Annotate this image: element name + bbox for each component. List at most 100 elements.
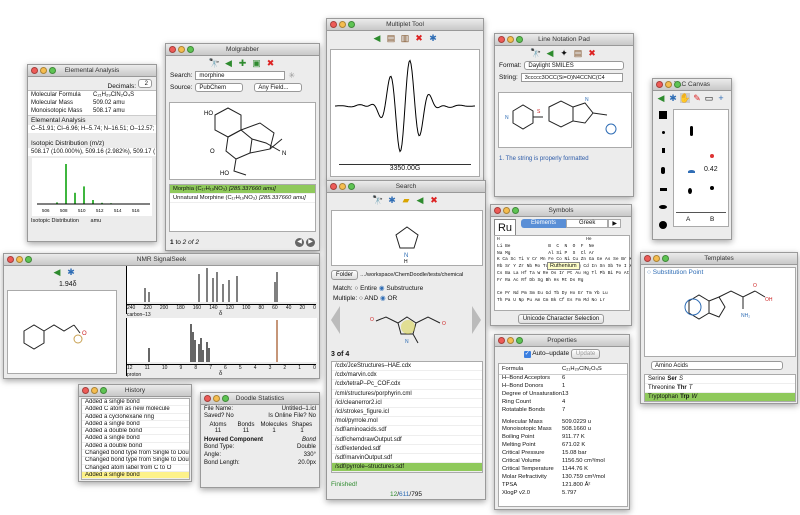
minimize-button[interactable] [178, 46, 185, 53]
zoom-button[interactable] [516, 36, 523, 43]
gear-icon[interactable]: ✱ [668, 93, 678, 103]
string-input[interactable]: 3ccccc3OCC(Si=O)N4CCNC(C4 [520, 73, 623, 82]
save-icon[interactable]: ▣ [252, 58, 262, 68]
save-icon[interactable]: ▤ [573, 48, 583, 58]
file-list-item[interactable]: /sdf/marvinOutput.sdf [332, 454, 482, 464]
pencil-icon[interactable]: ✎ [692, 93, 702, 103]
match-entire-radio[interactable]: Entire [360, 285, 377, 292]
list-item[interactable]: Morphia (C₁₇H₁₉NO₃) [285.337660 amu] [170, 185, 315, 195]
eraser-icon[interactable]: ▭ [704, 93, 714, 103]
history-item[interactable]: Added a single bond [82, 399, 189, 407]
title-bar[interactable]: Line Notation Pad [495, 34, 633, 46]
minimize-button[interactable] [339, 183, 346, 190]
file-list-item[interactable]: /sdf/extended.sdf [332, 445, 482, 455]
minimize-button[interactable] [665, 81, 672, 88]
spot-shape-small-icon[interactable] [661, 148, 665, 153]
document-icon[interactable]: ▤ [386, 33, 396, 43]
close-button[interactable] [330, 183, 337, 190]
search-input[interactable]: morphine [195, 71, 286, 80]
tab-greek[interactable]: Greek [566, 219, 609, 228]
field-select[interactable]: Any Field... [254, 83, 303, 92]
file-list-item[interactable]: /icl/cleanerror2.icl [332, 399, 482, 409]
import-arrow-icon[interactable]: ◀ [656, 93, 666, 103]
cancel-icon[interactable]: ✖ [429, 195, 439, 205]
close-button[interactable] [330, 21, 337, 28]
zoom-button[interactable] [49, 67, 56, 74]
spot-shape-blob-icon[interactable] [659, 221, 667, 229]
history-item[interactable]: Added a cyclohexane ring [82, 414, 189, 421]
file-list-item[interactable]: /cdx/tetraP–Pc_COF.cdx [332, 380, 482, 390]
title-bar[interactable]: Search [327, 181, 485, 193]
spot[interactable] [690, 126, 693, 136]
template-preview[interactable]: ○ Substitution Point NH₂ O OH [644, 267, 796, 357]
spot-shape-wide-icon[interactable] [659, 188, 667, 191]
file-list-item[interactable]: /sdf/chemdrawOutput.sdf [332, 436, 482, 445]
spot[interactable] [710, 154, 714, 158]
format-select[interactable]: Daylight SMILES [524, 61, 625, 70]
element-row[interactable]: Li Be B C N O F Ne [497, 244, 627, 251]
binoculars-icon[interactable]: 🔭 [372, 195, 383, 205]
stack-icon[interactable]: ▥ [400, 33, 410, 43]
spot-shape-dot-icon[interactable] [661, 131, 665, 134]
title-bar[interactable]: Properties [495, 335, 629, 347]
import-arrow-icon[interactable]: ◀ [545, 48, 555, 58]
cancel-icon[interactable]: ✖ [414, 33, 424, 43]
close-button[interactable] [656, 81, 663, 88]
title-bar[interactable]: Symbols [491, 205, 631, 217]
binoculars-icon[interactable]: 🔭 [530, 48, 541, 58]
history-item[interactable]: Changed atom label from C to O [82, 465, 189, 472]
title-bar[interactable]: Elemental Analysis [28, 65, 156, 77]
template-item[interactable]: Threonine Thr T [645, 384, 795, 394]
gear-icon[interactable]: ✱ [387, 195, 397, 205]
category-select[interactable]: Amino Acids [651, 361, 783, 370]
zoom-button[interactable] [512, 207, 519, 214]
file-list-item[interactable]: /sdf/pyrrole–structures.sdf [332, 463, 482, 473]
title-bar[interactable]: Doodle Statistics [201, 393, 319, 405]
update-button[interactable]: Update [570, 349, 601, 359]
close-button[interactable] [498, 36, 505, 43]
tab-more-icon[interactable]: ▶ [608, 219, 621, 228]
previous-page-icon[interactable]: ◀ [295, 238, 304, 247]
close-button[interactable] [498, 337, 505, 344]
file-list-item[interactable]: /cml/structures/porphyrin.cml [332, 390, 482, 399]
zoom-button[interactable] [100, 387, 107, 394]
history-item[interactable]: Added a single bond [82, 421, 189, 429]
gear-icon[interactable]: ✱ [428, 33, 438, 43]
title-bar[interactable]: Templates [641, 253, 797, 265]
import-arrow-icon[interactable]: ◀ [372, 33, 382, 43]
file-list-item[interactable]: /sdf/aminoacids.sdf [332, 426, 482, 436]
element-row[interactable]: H He [497, 237, 627, 244]
source-select[interactable]: PubChem [195, 83, 244, 92]
gear-icon[interactable]: ✱ [66, 267, 76, 277]
close-button[interactable] [204, 395, 211, 402]
title-bar[interactable]: History [79, 385, 191, 397]
match-substructure-radio[interactable]: Substructure [386, 285, 423, 292]
minimize-button[interactable] [91, 387, 98, 394]
zoom-button[interactable] [348, 183, 355, 190]
title-bar[interactable]: Molgrabber [166, 44, 319, 56]
title-bar[interactable]: TLC Canvas [653, 79, 731, 91]
minimize-button[interactable] [653, 255, 660, 262]
zoom-button[interactable] [662, 255, 669, 262]
history-item[interactable]: Added a double bond [82, 443, 189, 451]
binoculars-icon[interactable]: 🔭 [209, 58, 220, 68]
zoom-button[interactable] [187, 46, 194, 53]
history-item[interactable]: Added a single bond [82, 471, 189, 479]
minimize-button[interactable] [213, 395, 220, 402]
close-button[interactable] [7, 256, 14, 263]
history-item[interactable]: Changed bond type from Single to Doub [82, 479, 189, 480]
zoom-button[interactable] [516, 337, 523, 344]
cancel-icon[interactable]: ✖ [266, 58, 276, 68]
folder-icon[interactable]: ▰ [401, 195, 411, 205]
import-arrow-icon[interactable]: ◀ [52, 267, 62, 277]
plus-icon[interactable]: + [716, 93, 726, 103]
spot-shape-square-icon[interactable] [659, 111, 667, 119]
file-list-item[interactable]: /cdx/JceStructures–HAE.cdx [332, 362, 482, 372]
close-button[interactable] [494, 207, 501, 214]
tab-elements[interactable]: Elements [521, 219, 567, 228]
spot[interactable] [688, 188, 692, 194]
spot[interactable] [688, 170, 695, 173]
periodic-table[interactable]: H He Li Be B C N O F Ne Na Mg Al Si P S Cl… [494, 235, 631, 311]
history-item[interactable]: Added a double bond [82, 428, 189, 436]
close-button[interactable] [169, 46, 176, 53]
